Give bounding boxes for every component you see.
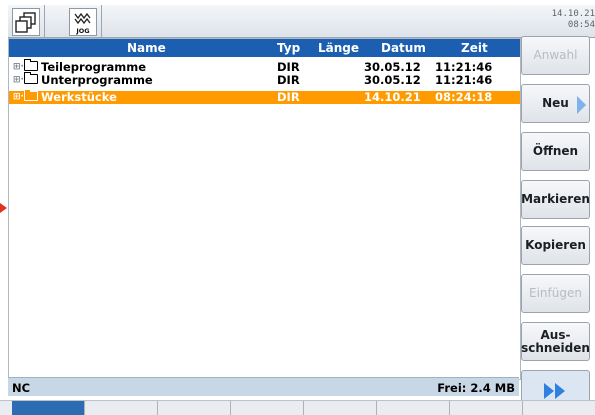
time: 08:54: [567, 20, 595, 30]
softkey-label: Öffnen: [532, 144, 579, 158]
softkey-label: Kopieren: [525, 238, 586, 252]
anwahl-softkey[interactable]: Anwahl: [521, 36, 590, 75]
item-time: 08:24:18: [435, 90, 493, 104]
jog-mode-icon[interactable]: JOG: [69, 8, 97, 36]
hsoftkey-3[interactable]: [158, 401, 231, 415]
hsoftkey-7[interactable]: [450, 401, 523, 415]
item-date: 14.10.21: [364, 90, 421, 104]
date: 14.10.21: [551, 9, 595, 19]
red-marker-icon: [0, 203, 7, 213]
list-header: Name Typ Länge Datum Zeit: [9, 39, 520, 57]
softkey-label: Anwahl: [533, 48, 578, 62]
double-arrow-icon: [544, 383, 554, 399]
column-name[interactable]: Name: [127, 41, 166, 55]
file-list: Name Typ Länge Datum Zeit ⊞· Teileprogra…: [8, 38, 521, 380]
windows-stack-icon[interactable]: [12, 8, 40, 36]
hsoftkey-4[interactable]: [231, 401, 304, 415]
folder-icon: [24, 72, 38, 84]
status-line: NC Frei: 2.4 MB: [8, 377, 519, 396]
hsoftkey-5[interactable]: [304, 401, 377, 415]
top-status-bar: JOG 14.10.21 08:54: [8, 5, 595, 38]
list-item-selected[interactable]: ⊞· Werkstücke DIR 14.10.21 08:24:18: [9, 89, 520, 104]
free-space: Frei: 2.4 MB: [437, 381, 515, 395]
softkey-label: Neu: [542, 96, 569, 110]
softkey-label: Markieren: [521, 192, 590, 206]
date-time: 14.10.21 08:54: [535, 9, 595, 31]
drive-label: NC: [12, 381, 31, 395]
softkey-label-line1: Aus-: [540, 327, 571, 342]
folder-icon: [24, 59, 38, 71]
oeffnen-softkey[interactable]: Öffnen: [521, 132, 590, 171]
column-time[interactable]: Zeit: [461, 41, 488, 55]
hsoftkey-2[interactable]: [85, 401, 158, 415]
item-date: 30.05.12: [364, 73, 421, 87]
neu-softkey[interactable]: Neu: [521, 84, 590, 123]
softkey-label-line2: schneiden: [521, 340, 590, 355]
expand-icon[interactable]: ⊞·: [13, 74, 24, 87]
hsoftkey-6[interactable]: [377, 401, 450, 415]
kopieren-softkey[interactable]: Kopieren: [521, 226, 590, 265]
item-name: Werkstücke: [41, 90, 117, 104]
expand-icon[interactable]: ⊞·: [13, 61, 24, 74]
item-name: Unterprogramme: [41, 73, 153, 87]
hsoftkey-1[interactable]: [12, 401, 85, 415]
mode-label: JOG: [75, 27, 89, 35]
item-type: DIR: [277, 73, 300, 87]
column-date[interactable]: Datum: [381, 41, 426, 55]
item-time: 11:21:46: [435, 73, 493, 87]
column-type[interactable]: Typ: [277, 41, 300, 55]
divider: [101, 5, 102, 37]
divider: [44, 5, 45, 37]
einfuegen-softkey[interactable]: Einfügen: [521, 274, 590, 313]
markieren-softkey[interactable]: Markieren: [521, 180, 590, 219]
item-type: DIR: [277, 90, 300, 104]
softkey-label: Einfügen: [529, 286, 582, 300]
hmi-screen: JOG 14.10.21 08:54 Name Typ Länge Datum …: [0, 0, 595, 415]
horizontal-softkey-bar: [0, 400, 595, 415]
list-item[interactable]: ⊞· Unterprogramme DIR 30.05.12 11:21:46: [9, 72, 520, 87]
double-arrow-icon: [555, 383, 565, 399]
arrow-right-icon: [577, 96, 586, 114]
column-length[interactable]: Länge: [318, 41, 359, 55]
expand-icon[interactable]: ⊞·: [13, 91, 24, 104]
folder-icon: [24, 89, 38, 101]
ausschneiden-softkey[interactable]: Aus- schneiden: [521, 322, 590, 361]
